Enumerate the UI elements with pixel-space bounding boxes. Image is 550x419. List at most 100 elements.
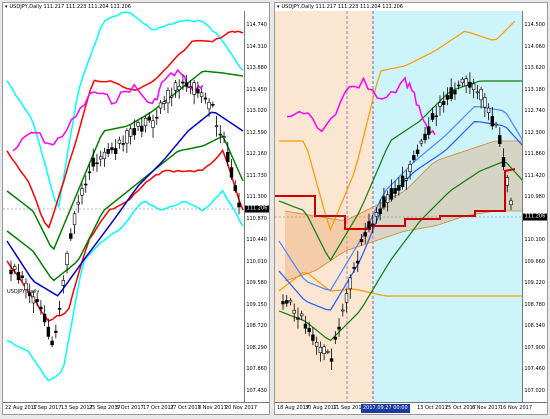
- candle-body: [475, 91, 480, 94]
- candle-body: [408, 164, 412, 172]
- price-tick-label: 111.300: [246, 194, 267, 200]
- candle-body: [196, 88, 200, 94]
- candle-body: [318, 346, 323, 354]
- past-region: [275, 11, 373, 403]
- candle-body: [329, 358, 334, 362]
- candle-body: [192, 82, 196, 95]
- candle-body: [352, 267, 356, 269]
- sub-window-label: USDJPY,Daily: [7, 289, 40, 295]
- candle-body: [296, 317, 300, 320]
- candle-body: [322, 346, 326, 354]
- candle-body: [136, 122, 140, 127]
- candle-body: [95, 162, 99, 165]
- date-tick-label: 11 Sep 2017: [333, 405, 365, 411]
- candle-body: [9, 269, 13, 275]
- chevron-down-icon: ▾: [5, 4, 8, 10]
- price-axis[interactable]: 114.500 114.060 113.620 113.180 112.740 112.3…: [522, 11, 547, 403]
- candle-body: [307, 328, 311, 333]
- candle-body: [468, 81, 472, 88]
- candle-body: [483, 97, 487, 108]
- price-tick-label: 107.460: [524, 366, 545, 372]
- price-tick-label: 107.900: [524, 344, 545, 351]
- date-tick-label: 27 Oct 2017: [170, 405, 201, 411]
- candle-body: [412, 155, 416, 161]
- selected-date-marker[interactable]: 2017.09.27 00:00: [361, 404, 410, 413]
- candle-body: [214, 125, 219, 128]
- candle-body: [222, 136, 226, 138]
- price-tick-label: 107.020: [524, 387, 545, 394]
- candle-body: [31, 296, 36, 304]
- candle-body: [311, 334, 315, 341]
- price-tick-label: 110.440: [246, 237, 267, 243]
- price-plot[interactable]: [3, 11, 245, 403]
- candle-body: [333, 336, 338, 340]
- candle-body: [464, 78, 468, 86]
- price-plot[interactable]: [275, 11, 523, 403]
- ohlc-values: 111.217 111.223 111.204 111.206: [43, 4, 131, 10]
- candle-body: [91, 157, 95, 167]
- chikou-span: [12, 68, 204, 152]
- candle-body: [303, 323, 308, 329]
- date-tick-label: 13 Oct 2017: [417, 405, 448, 411]
- ohlc-values: 111.217 111.223 111.204 111.206: [315, 4, 403, 10]
- date-tick-label: 8 Nov 2017: [198, 405, 227, 411]
- bb-upper-1: [6, 30, 244, 230]
- candle-body: [57, 308, 62, 310]
- chart-window-right[interactable]: ▾ USDJPY,Daily 111.217 111.223 111.204 11…: [274, 2, 548, 415]
- candle-body: [188, 86, 193, 89]
- candle-body: [117, 139, 122, 144]
- candle-body: [479, 88, 483, 101]
- candle-body: [162, 101, 166, 104]
- candle-body: [237, 202, 241, 208]
- time-axis[interactable]: 22 Aug 2017 1 Sep 2017 13 Sep 2017 25 Sep 2…: [3, 402, 269, 414]
- candle-body: [166, 90, 170, 104]
- price-tick-label: 108.720: [246, 323, 267, 329]
- candle-body: [99, 156, 103, 160]
- candle-body: [359, 239, 364, 243]
- candle-body: [378, 208, 382, 214]
- price-tick-label: 110.100: [524, 237, 545, 243]
- date-tick-label: 13 Sep 2017: [61, 405, 93, 411]
- candle-body: [158, 102, 163, 109]
- price-tick-label: 109.220: [524, 280, 545, 286]
- candle-body: [445, 95, 450, 100]
- date-tick-label: 5 Oct 2017: [116, 405, 144, 411]
- candle-body: [501, 157, 506, 168]
- candle-body: [498, 135, 502, 144]
- price-tick-label: 109.580: [246, 280, 267, 286]
- price-tick-label: 113.880: [246, 65, 267, 71]
- candle-body: [285, 300, 289, 304]
- candle-body: [106, 148, 110, 154]
- candle-body: [218, 133, 223, 136]
- candle-body: [173, 82, 178, 91]
- candle-body: [84, 183, 88, 186]
- candle-body: [125, 130, 129, 144]
- candle-body: [374, 212, 379, 217]
- candle-body: [438, 102, 442, 107]
- price-tick-label: 111.730: [246, 172, 267, 179]
- candle-body: [460, 78, 465, 84]
- candle-body: [356, 260, 360, 264]
- candle-body: [69, 233, 73, 239]
- price-tick-label: 113.620: [524, 65, 545, 71]
- candle-body: [400, 175, 405, 187]
- candle-body: [110, 147, 114, 151]
- candle-body: [344, 293, 349, 303]
- price-axis[interactable]: 114.740 114.310 113.880 113.450 113.020 112.5…: [244, 11, 269, 403]
- price-tick-label: 111.420: [524, 172, 545, 179]
- candle-body: [348, 277, 352, 290]
- current-price-badge: 111.206: [523, 213, 547, 221]
- candle-body: [456, 84, 461, 87]
- candle-body: [288, 299, 293, 303]
- chart-window-left[interactable]: ▾ USDJPY,Daily 111.217 111.223 111.204 11…: [2, 2, 270, 415]
- candle-body: [13, 266, 17, 270]
- bb-upper-0: [6, 70, 244, 251]
- candle-body: [207, 102, 211, 110]
- candle-body: [363, 232, 367, 237]
- candle-body: [367, 221, 371, 229]
- candle-body: [404, 178, 409, 181]
- candle-body: [419, 140, 423, 144]
- candle-body: [226, 151, 230, 162]
- time-axis[interactable]: 18 Aug 2017 30 Aug 2017 11 Sep 2017 13 Oct …: [275, 402, 547, 414]
- price-tick-label: 114.500: [524, 22, 545, 28]
